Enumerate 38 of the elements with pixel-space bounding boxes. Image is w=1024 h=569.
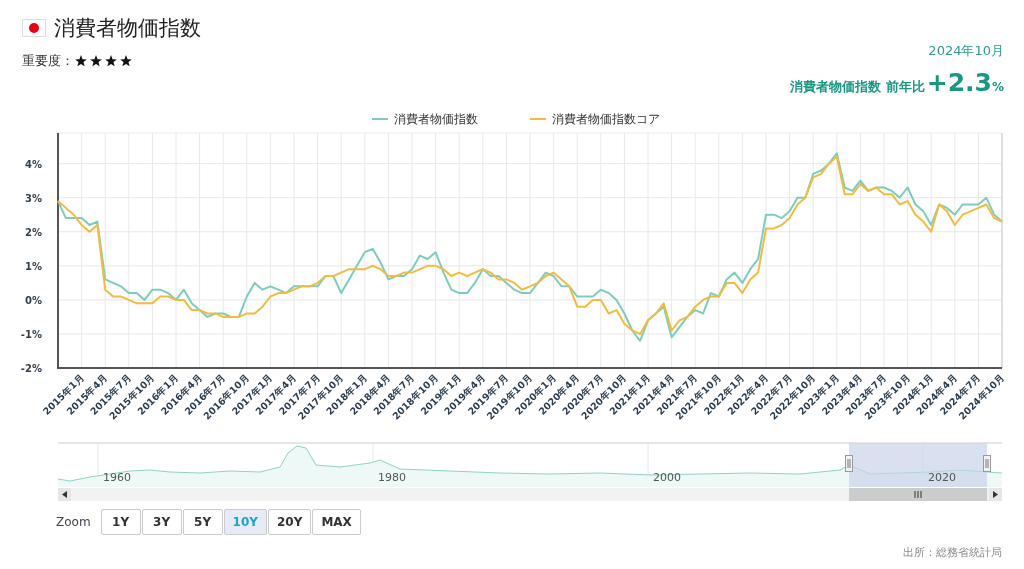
- navigator-year-label: 2020: [928, 471, 956, 484]
- star-icon: [74, 54, 88, 68]
- zoom-button[interactable]: 1Y: [100, 509, 141, 535]
- source-note: 出所：総務省統計局: [903, 545, 1002, 560]
- latest-date: 2024年10月: [928, 42, 1004, 60]
- navigator-year-label: 1980: [378, 471, 406, 484]
- flag-icon: [22, 19, 46, 37]
- y-tick-label: 1%: [25, 260, 42, 272]
- scroll-left-button[interactable]: [58, 488, 71, 501]
- headline-unit: %: [991, 80, 1004, 94]
- page-title: 消費者物価指数: [54, 15, 201, 42]
- scrollbar-thumb[interactable]: [849, 488, 987, 501]
- headline-label: 消費者物価指数 前年比: [790, 78, 925, 96]
- zoom-button[interactable]: 20Y: [268, 509, 312, 535]
- zoom-label: Zoom: [56, 515, 91, 529]
- legend-label: 消費者物価指数: [394, 112, 478, 126]
- legend-item[interactable]: 消費者物価指数: [371, 112, 478, 126]
- y-tick-label: 0%: [25, 294, 42, 306]
- zoom-button[interactable]: 3Y: [141, 509, 182, 535]
- y-tick-label: -1%: [20, 328, 42, 340]
- scroll-right-button[interactable]: [989, 488, 1002, 501]
- legend-item[interactable]: 消費者物価指数コア: [529, 112, 660, 126]
- y-tick-label: 4%: [25, 158, 42, 170]
- star-icon: [89, 54, 103, 68]
- y-tick-label: 3%: [25, 192, 42, 204]
- star-icon: [104, 54, 118, 68]
- zoom-button[interactable]: 5Y: [182, 509, 223, 535]
- navigator-year-label: 1960: [103, 471, 131, 484]
- zoom-button[interactable]: MAX: [312, 509, 361, 535]
- star-icon: [119, 54, 133, 68]
- navigator-year-label: 2000: [653, 471, 681, 484]
- range-handle[interactable]: [983, 455, 991, 472]
- y-tick-label: 2%: [25, 226, 42, 238]
- importance-label: 重要度：: [22, 52, 74, 70]
- y-tick-label: -2%: [20, 363, 42, 374]
- headline-value: +2.3: [926, 68, 992, 97]
- range-handle[interactable]: [845, 455, 853, 472]
- legend-label: 消費者物価指数コア: [552, 112, 660, 126]
